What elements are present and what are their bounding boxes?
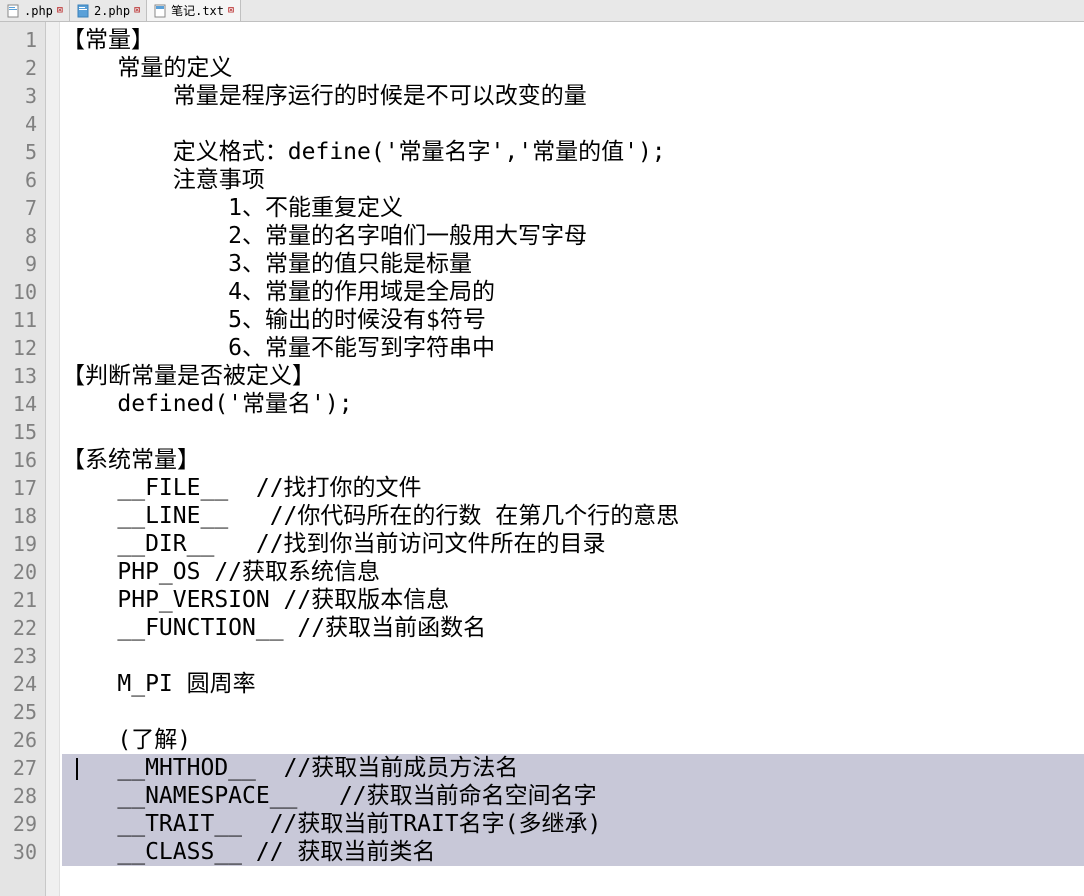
code-line[interactable]: 常量是程序运行的时候是不可以改变的量 [62, 82, 1084, 110]
code-line[interactable]: 【系统常量】 [62, 446, 1084, 474]
line-number-gutter: 1234567891011121314151617181920212223242… [0, 22, 46, 896]
code-line[interactable] [62, 110, 1084, 138]
code-line[interactable]: (了解) [62, 726, 1084, 754]
code-line[interactable] [62, 698, 1084, 726]
code-line[interactable]: PHP_OS //获取系统信息 [62, 558, 1084, 586]
line-number: 29 [0, 810, 37, 838]
line-number: 12 [0, 334, 37, 362]
code-line[interactable]: 定义格式：define('常量名字','常量的值'); [62, 138, 1084, 166]
editor: 1234567891011121314151617181920212223242… [0, 22, 1084, 896]
file-icon [76, 4, 90, 18]
fold-margin [46, 22, 60, 896]
line-number: 19 [0, 530, 37, 558]
line-number: 23 [0, 642, 37, 670]
code-line[interactable]: __LINE__ //你代码所在的行数 在第几个行的意思 [62, 502, 1084, 530]
line-number: 11 [0, 306, 37, 334]
tab-php-2[interactable]: 2.php ⊠ [70, 0, 147, 21]
code-line[interactable]: __MHTHOD__ //获取当前成员方法名 [62, 754, 1084, 782]
line-number: 17 [0, 474, 37, 502]
tab-php-1[interactable]: .php ⊠ [0, 0, 70, 21]
code-line[interactable]: __DIR__ //找到你当前访问文件所在的目录 [62, 530, 1084, 558]
tab-notes-txt[interactable]: 笔记.txt ⊠ [147, 0, 241, 21]
code-line[interactable]: defined('常量名'); [62, 390, 1084, 418]
tab-label: 2.php [94, 4, 130, 18]
tab-label: .php [24, 4, 53, 18]
line-number: 26 [0, 726, 37, 754]
line-number: 30 [0, 838, 37, 866]
line-number: 9 [0, 250, 37, 278]
close-icon[interactable]: ⊠ [228, 5, 234, 16]
code-line[interactable] [62, 642, 1084, 670]
code-line[interactable]: 1、不能重复定义 [62, 194, 1084, 222]
code-line[interactable]: __FUNCTION__ //获取当前函数名 [62, 614, 1084, 642]
file-icon [153, 4, 167, 18]
code-line[interactable]: 【常量】 [62, 26, 1084, 54]
code-line[interactable]: PHP_VERSION //获取版本信息 [62, 586, 1084, 614]
tab-bar: .php ⊠ 2.php ⊠ 笔记.txt ⊠ [0, 0, 1084, 22]
line-number: 28 [0, 782, 37, 810]
code-line[interactable]: 3、常量的值只能是标量 [62, 250, 1084, 278]
code-line[interactable]: 4、常量的作用域是全局的 [62, 278, 1084, 306]
line-number: 27 [0, 754, 37, 782]
code-line[interactable]: __CLASS__ // 获取当前类名 [62, 838, 1084, 866]
code-area[interactable]: 【常量】 常量的定义 常量是程序运行的时候是不可以改变的量 定义格式：defin… [60, 22, 1084, 896]
line-number: 7 [0, 194, 37, 222]
line-number: 5 [0, 138, 37, 166]
line-number: 6 [0, 166, 37, 194]
code-line[interactable]: 常量的定义 [62, 54, 1084, 82]
code-line[interactable]: 5、输出的时候没有$符号 [62, 306, 1084, 334]
line-number: 3 [0, 82, 37, 110]
line-number: 1 [0, 26, 37, 54]
file-icon [6, 4, 20, 18]
line-number: 2 [0, 54, 37, 82]
code-line[interactable]: 2、常量的名字咱们一般用大写字母 [62, 222, 1084, 250]
text-cursor [76, 758, 78, 780]
line-number: 22 [0, 614, 37, 642]
line-number: 8 [0, 222, 37, 250]
line-number: 4 [0, 110, 37, 138]
line-number: 15 [0, 418, 37, 446]
tab-label: 笔记.txt [171, 2, 224, 19]
line-number: 14 [0, 390, 37, 418]
code-line[interactable]: M_PI 圆周率 [62, 670, 1084, 698]
line-number: 25 [0, 698, 37, 726]
code-line[interactable]: 6、常量不能写到字符串中 [62, 334, 1084, 362]
code-line[interactable]: __TRAIT__ //获取当前TRAIT名字(多继承) [62, 810, 1084, 838]
code-line[interactable] [62, 418, 1084, 446]
line-number: 20 [0, 558, 37, 586]
line-number: 16 [0, 446, 37, 474]
line-number: 21 [0, 586, 37, 614]
code-line[interactable]: __FILE__ //找打你的文件 [62, 474, 1084, 502]
line-number: 24 [0, 670, 37, 698]
code-line[interactable]: 【判断常量是否被定义】 [62, 362, 1084, 390]
line-number: 13 [0, 362, 37, 390]
close-icon[interactable]: ⊠ [57, 5, 63, 16]
line-number: 18 [0, 502, 37, 530]
close-icon[interactable]: ⊠ [134, 5, 140, 16]
code-line[interactable]: __NAMESPACE__ //获取当前命名空间名字 [62, 782, 1084, 810]
line-number: 10 [0, 278, 37, 306]
code-line[interactable]: 注意事项 [62, 166, 1084, 194]
